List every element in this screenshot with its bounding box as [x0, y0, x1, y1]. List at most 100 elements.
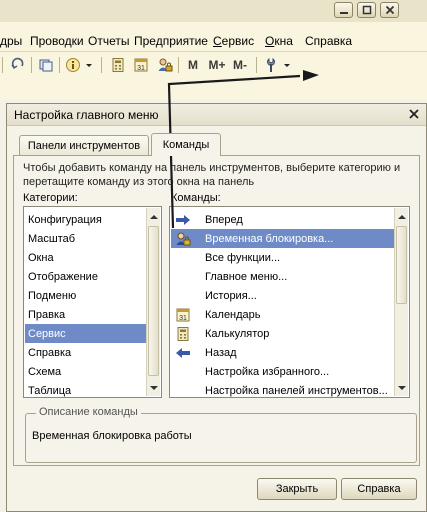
minimize-button[interactable] [334, 2, 353, 18]
scroll-up-button[interactable] [395, 209, 408, 224]
refresh-button[interactable] [8, 55, 28, 75]
list-item[interactable]: Схема [25, 362, 146, 381]
lock-person-icon [158, 58, 173, 72]
list-item[interactable]: Настройка панелей инструментов... [171, 381, 394, 397]
list-item[interactable]: Окна [25, 248, 146, 267]
list-item[interactable]: Настройка избранного... [171, 362, 394, 381]
dialog-title: Настройка главного меню [14, 108, 159, 122]
list-item[interactable]: Таблица [25, 381, 146, 397]
toolbar-options-dropdown[interactable] [282, 55, 292, 75]
dialog-title-bar: Настройка главного меню [7, 104, 426, 126]
windows-button[interactable] [36, 55, 56, 75]
tab-toolbars[interactable]: Панели инструментов [19, 135, 149, 155]
memory-button[interactable]: M [184, 55, 202, 75]
list-item[interactable]: Конфигурация [25, 210, 146, 229]
menu-item-reports[interactable]: Отчеты [88, 34, 129, 48]
tab-commands[interactable]: Команды [151, 133, 221, 156]
calculator-button[interactable] [108, 55, 128, 75]
description-legend: Описание команды [36, 406, 141, 418]
chevron-down-icon [86, 64, 92, 67]
wrench-icon [267, 58, 275, 72]
toolbar-separator [59, 57, 60, 73]
temporary-lock-button[interactable] [155, 55, 175, 75]
toolbar-separator [31, 57, 32, 73]
memory-plus-button[interactable]: M+ [206, 55, 228, 75]
list-item[interactable]: Вперед [171, 210, 394, 229]
list-item-selected[interactable]: Временная блокировка... [171, 229, 394, 248]
list-item[interactable]: Справка [25, 343, 146, 362]
calendar-icon: 31 [134, 58, 148, 72]
forward-arrow-icon [175, 212, 191, 228]
list-item[interactable]: Все функции... [171, 248, 394, 267]
help-button[interactable]: Справка [341, 478, 417, 500]
command-description-group: Описание команды Временная блокировка ра… [25, 406, 417, 463]
info-icon [66, 58, 80, 72]
scroll-down-icon [397, 385, 406, 390]
scroll-down-icon [149, 385, 158, 390]
commands-label: Команды: [171, 192, 221, 204]
scroll-thumb[interactable] [148, 226, 159, 376]
info-button[interactable] [64, 55, 82, 75]
lock-person-icon [175, 231, 191, 247]
menu-item-handbooks[interactable]: дры [0, 34, 22, 48]
calculator-icon [112, 58, 124, 72]
menu-item-postings[interactable]: Проводки [30, 34, 84, 48]
calendar-button[interactable]: 31 [131, 55, 151, 75]
list-item[interactable]: 31 Календарь [171, 305, 394, 324]
calculator-icon [175, 326, 191, 342]
toolbar-separator [256, 57, 257, 73]
close-icon [409, 109, 419, 119]
categories-list[interactable]: Конфигурация Масштаб Окна Отображение По… [23, 206, 162, 398]
scroll-up-icon [397, 214, 406, 219]
toolbar-separator [2, 57, 3, 73]
svg-text:31: 31 [137, 65, 145, 72]
description-text: Временная блокировка работы [32, 430, 192, 442]
commands-scrollbar[interactable] [394, 208, 408, 396]
instruction-text: Чтобы добавить команду на панель инструм… [23, 162, 401, 188]
scroll-down-button[interactable] [147, 380, 160, 395]
calendar-icon: 31 [175, 307, 191, 323]
restore-button[interactable] [357, 2, 376, 18]
scroll-down-button[interactable] [395, 380, 408, 395]
scroll-up-button[interactable] [147, 209, 160, 224]
list-item[interactable]: Назад [171, 343, 394, 362]
customize-toolbar-button[interactable] [261, 55, 281, 75]
menu-item-service[interactable]: Сервис [213, 34, 254, 48]
list-item[interactable]: Масштаб [25, 229, 146, 248]
list-item[interactable]: Правка [25, 305, 146, 324]
commands-list[interactable]: Вперед Временная блокировка... Все функц… [169, 206, 410, 398]
memory-minus-button[interactable]: M- [229, 55, 251, 75]
customize-menu-dialog: Настройка главного меню Панели инструмен… [6, 103, 427, 512]
scroll-up-icon [149, 214, 158, 219]
list-item[interactable]: Главное меню... [171, 267, 394, 286]
chevron-down-icon [284, 64, 290, 67]
back-arrow-icon [175, 345, 191, 361]
menu-item-windows[interactable]: Окна [265, 34, 293, 48]
list-item[interactable]: Подменю [25, 286, 146, 305]
info-dropdown-button[interactable] [84, 55, 94, 75]
refresh-icon [11, 57, 24, 69]
categories-label: Категории: [23, 192, 78, 204]
main-window-top: дры Проводки Отчеты Предприятие Сервис О… [0, 0, 427, 100]
menu-item-enterprise[interactable]: Предприятие [134, 34, 208, 48]
main-toolbar: 31 M M+ M- [0, 53, 427, 77]
categories-scrollbar[interactable] [146, 208, 160, 396]
list-item[interactable]: Калькулятор [171, 324, 394, 343]
list-item[interactable]: Отображение [25, 267, 146, 286]
windows-icon [39, 59, 53, 72]
restore-icon [362, 5, 371, 15]
svg-text:31: 31 [179, 315, 187, 322]
dialog-close-button[interactable] [406, 106, 422, 122]
list-item-selected[interactable]: Сервис [25, 324, 146, 343]
close-button[interactable]: Закрыть [257, 478, 337, 500]
main-menu-bar: дры Проводки Отчеты Предприятие Сервис О… [0, 32, 427, 50]
toolbar-divider [0, 51, 427, 52]
scroll-thumb[interactable] [396, 226, 407, 304]
toolbar-separator [101, 57, 102, 73]
minimize-icon [339, 12, 348, 14]
toolbar-separator [178, 57, 179, 73]
close-window-button[interactable] [380, 2, 399, 18]
menu-item-help[interactable]: Справка [305, 34, 352, 48]
close-icon [385, 5, 394, 15]
list-item[interactable]: История... [171, 286, 394, 305]
